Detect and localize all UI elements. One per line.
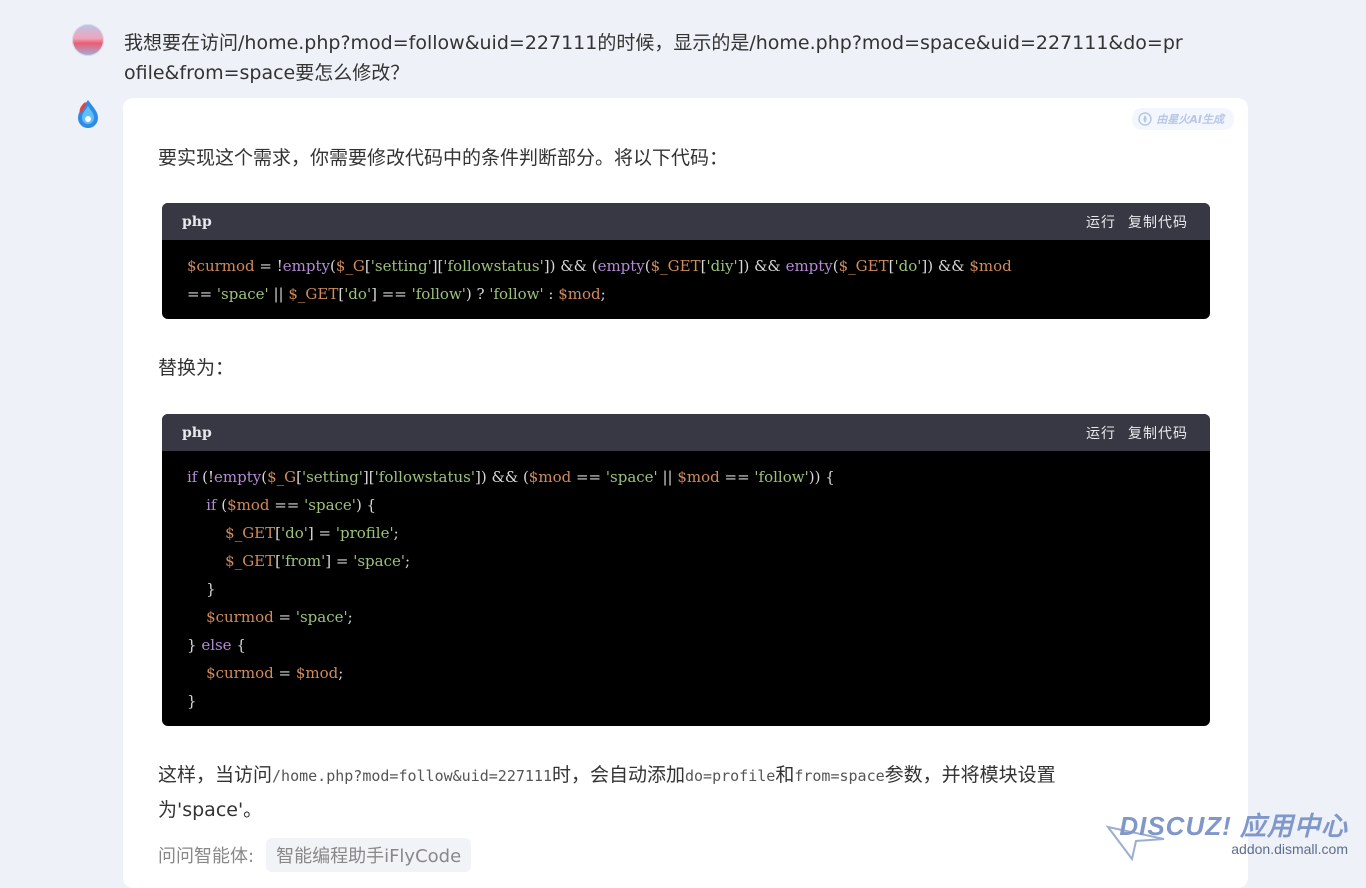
code-content: $curmod = !empty($_G['setting']['follows… [187, 257, 1012, 303]
replace-label: 替换为： [158, 357, 235, 379]
code-lang-label: php [182, 213, 212, 230]
answer-outro: 这样，当访问/home.php?mod=follow&uid=227111时，会… [158, 758, 1158, 827]
inline-code-do: do=profile [685, 767, 776, 785]
watermark-sub: addon.dismall.com [1231, 841, 1348, 857]
copy-code-button[interactable]: 复制代码 [1128, 423, 1188, 443]
outro-text: 时，会自动添加 [551, 764, 685, 786]
answer-card: 由星火AI生成 要实现这个需求，你需要修改代码中的条件判断部分。将以下代码： p… [123, 98, 1248, 888]
agent-label: 问问智能体: [158, 846, 255, 867]
ai-generated-badge: 由星火AI生成 [1132, 108, 1234, 130]
agent-chip[interactable]: 智能编程助手iFlyCode [266, 838, 472, 872]
code-header: php 运行 复制代码 [162, 203, 1210, 240]
outro-text: 和 [775, 764, 795, 786]
copy-code-button[interactable]: 复制代码 [1128, 212, 1188, 232]
inline-code-from: from=space [794, 767, 885, 785]
code-block-replacement: php 运行 复制代码 if (!empty($_G['setting']['f… [162, 414, 1210, 726]
user-avatar [72, 24, 104, 56]
code-content: if (!empty($_G['setting']['followstatus'… [187, 468, 835, 710]
spark-icon [1138, 112, 1153, 126]
outro-text: 这样，当访问 [158, 764, 273, 786]
spark-bot-avatar-icon [78, 100, 98, 128]
answer-intro: 要实现这个需求，你需要修改代码中的条件判断部分。将以下代码： [158, 147, 729, 169]
code-header: php 运行 复制代码 [162, 414, 1210, 451]
watermark-main: DISCUZ! 应用中心 [1119, 811, 1348, 841]
agent-suggestion: 问问智能体: 智能编程助手iFlyCode [158, 838, 472, 872]
code-block-original: php 运行 复制代码 $curmod = !empty($_G['settin… [162, 203, 1210, 319]
watermark: DISCUZ! 应用中心 addon.dismall.com [1119, 806, 1348, 857]
ai-badge-text: 由星火AI生成 [1156, 113, 1224, 126]
user-question: 我想要在访问/home.php?mod=follow&uid=227111的时候… [124, 32, 1183, 84]
code-lang-label: php [182, 424, 212, 441]
run-code-button[interactable]: 运行 [1086, 423, 1116, 443]
run-code-button[interactable]: 运行 [1086, 212, 1116, 232]
inline-code-url: /home.php?mod=follow&uid=227111 [272, 767, 552, 785]
